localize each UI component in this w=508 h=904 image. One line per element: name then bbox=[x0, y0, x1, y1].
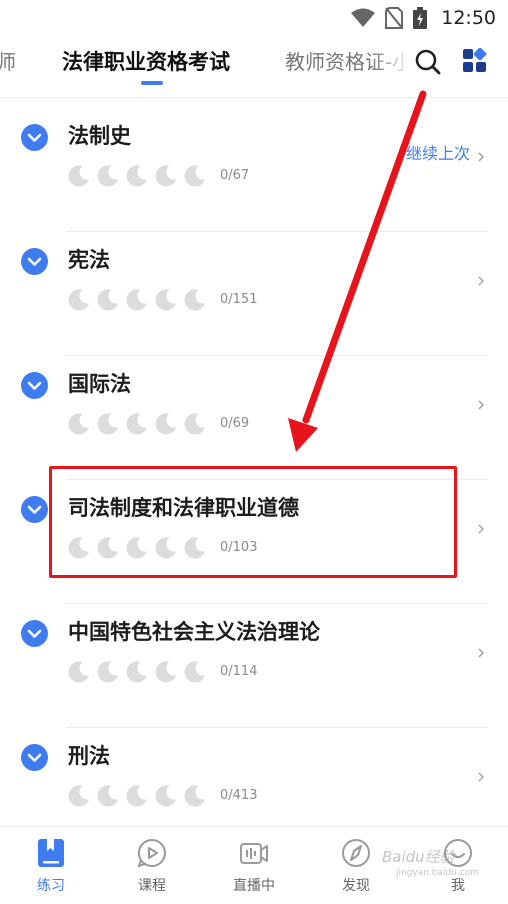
chevron-right-icon[interactable] bbox=[476, 150, 486, 164]
chevron-right-icon[interactable] bbox=[476, 274, 486, 288]
nav-label: 我 bbox=[451, 878, 465, 894]
moon-icon bbox=[184, 165, 206, 187]
chapter-title: 宪法 bbox=[68, 248, 110, 272]
search-icon[interactable] bbox=[414, 48, 442, 76]
question-count: 0/67 bbox=[220, 168, 250, 183]
tab-bar: 师 法律职业资格考试 教师资格证-小 bbox=[0, 36, 508, 98]
moon-icon bbox=[155, 289, 177, 311]
watermark: Baidu经验 bbox=[382, 848, 455, 866]
chevron-down-icon[interactable] bbox=[21, 372, 48, 399]
progress-icons bbox=[68, 660, 207, 683]
moon-icon bbox=[68, 413, 90, 435]
list-item[interactable]: 中国特色社会主义法治理论 0/114 bbox=[0, 604, 508, 728]
chapter-title: 中国特色社会主义法治理论 bbox=[68, 620, 320, 644]
moon-icon bbox=[184, 413, 206, 435]
tab-fade bbox=[372, 36, 412, 96]
list-item[interactable]: 国际法 0/69 bbox=[0, 356, 508, 480]
moon-icon bbox=[155, 413, 177, 435]
nav-courses[interactable]: 课程 bbox=[112, 837, 192, 895]
nav-practice[interactable]: 练习 bbox=[11, 837, 91, 895]
moon-icon bbox=[97, 661, 119, 683]
battery-charging-icon bbox=[413, 7, 428, 29]
status-bar: 12:50 bbox=[0, 0, 508, 36]
chevron-down-icon[interactable] bbox=[21, 496, 48, 523]
moon-icon bbox=[97, 785, 119, 807]
question-count: 0/114 bbox=[220, 664, 258, 679]
moon-icon bbox=[184, 289, 206, 311]
chevron-down-icon[interactable] bbox=[21, 248, 48, 275]
moon-icon bbox=[68, 165, 90, 187]
progress-icons bbox=[68, 784, 207, 807]
moon-icon bbox=[126, 785, 148, 807]
progress-icons bbox=[68, 164, 207, 187]
list-item[interactable]: 刑法 0/413 bbox=[0, 728, 508, 826]
moon-icon bbox=[68, 785, 90, 807]
chapter-title: 国际法 bbox=[68, 372, 131, 396]
category-grid-icon[interactable] bbox=[462, 48, 488, 74]
moon-icon bbox=[68, 537, 90, 559]
moon-icon bbox=[126, 165, 148, 187]
list-item[interactable]: 法制史 0/67 继续上次 bbox=[0, 108, 508, 232]
moon-icon bbox=[97, 537, 119, 559]
moon-icon bbox=[155, 537, 177, 559]
question-count: 0/103 bbox=[220, 540, 258, 555]
progress-icons bbox=[68, 536, 207, 559]
moon-icon bbox=[97, 413, 119, 435]
moon-icon bbox=[155, 165, 177, 187]
compass-icon bbox=[342, 839, 370, 867]
moon-icon bbox=[126, 537, 148, 559]
moon-icon bbox=[97, 289, 119, 311]
nav-label: 练习 bbox=[37, 878, 65, 894]
chapter-title: 刑法 bbox=[68, 744, 110, 768]
no-sim-icon bbox=[385, 7, 404, 29]
chevron-down-icon[interactable] bbox=[21, 124, 48, 151]
question-count: 0/413 bbox=[220, 788, 258, 803]
moon-icon bbox=[126, 413, 148, 435]
moon-icon bbox=[184, 785, 206, 807]
progress-icons bbox=[68, 412, 207, 435]
chevron-right-icon[interactable] bbox=[476, 646, 486, 660]
book-icon bbox=[38, 839, 64, 867]
watermark-url: jingyan.baidu.com bbox=[396, 868, 480, 878]
tab-legal-exam[interactable]: 法律职业资格考试 bbox=[62, 46, 230, 76]
tab-previous[interactable]: 师 bbox=[0, 46, 16, 75]
nav-label: 课程 bbox=[138, 878, 166, 894]
moon-icon bbox=[126, 289, 148, 311]
nav-live[interactable]: 直播中 bbox=[214, 837, 294, 895]
moon-icon bbox=[126, 661, 148, 683]
chevron-down-icon[interactable] bbox=[21, 620, 48, 647]
nav-label: 发现 bbox=[342, 878, 370, 894]
chevron-down-icon[interactable] bbox=[21, 744, 48, 771]
list-item[interactable]: 司法制度和法律职业道德 0/103 bbox=[0, 480, 508, 604]
question-count: 0/151 bbox=[220, 292, 258, 307]
video-camera-icon bbox=[240, 843, 268, 864]
chapter-title: 司法制度和法律职业道德 bbox=[68, 496, 299, 520]
moon-icon bbox=[155, 661, 177, 683]
moon-icon bbox=[184, 661, 206, 683]
status-time: 12:50 bbox=[441, 7, 496, 29]
chapter-title: 法制史 bbox=[68, 124, 131, 148]
chevron-right-icon[interactable] bbox=[476, 770, 486, 784]
list-item[interactable]: 宪法 0/151 bbox=[0, 232, 508, 356]
chevron-right-icon[interactable] bbox=[476, 522, 486, 536]
moon-icon bbox=[155, 785, 177, 807]
progress-icons bbox=[68, 288, 207, 311]
moon-icon bbox=[97, 165, 119, 187]
play-bubble-icon bbox=[137, 838, 166, 868]
tab-active-indicator bbox=[141, 81, 163, 85]
continue-last-link[interactable]: 继续上次 bbox=[406, 140, 470, 164]
moon-icon bbox=[184, 537, 206, 559]
nav-label: 直播中 bbox=[233, 878, 275, 894]
wifi-icon bbox=[351, 8, 376, 27]
chevron-right-icon[interactable] bbox=[476, 398, 486, 412]
moon-icon bbox=[68, 289, 90, 311]
moon-icon bbox=[68, 661, 90, 683]
question-count: 0/69 bbox=[220, 416, 250, 431]
